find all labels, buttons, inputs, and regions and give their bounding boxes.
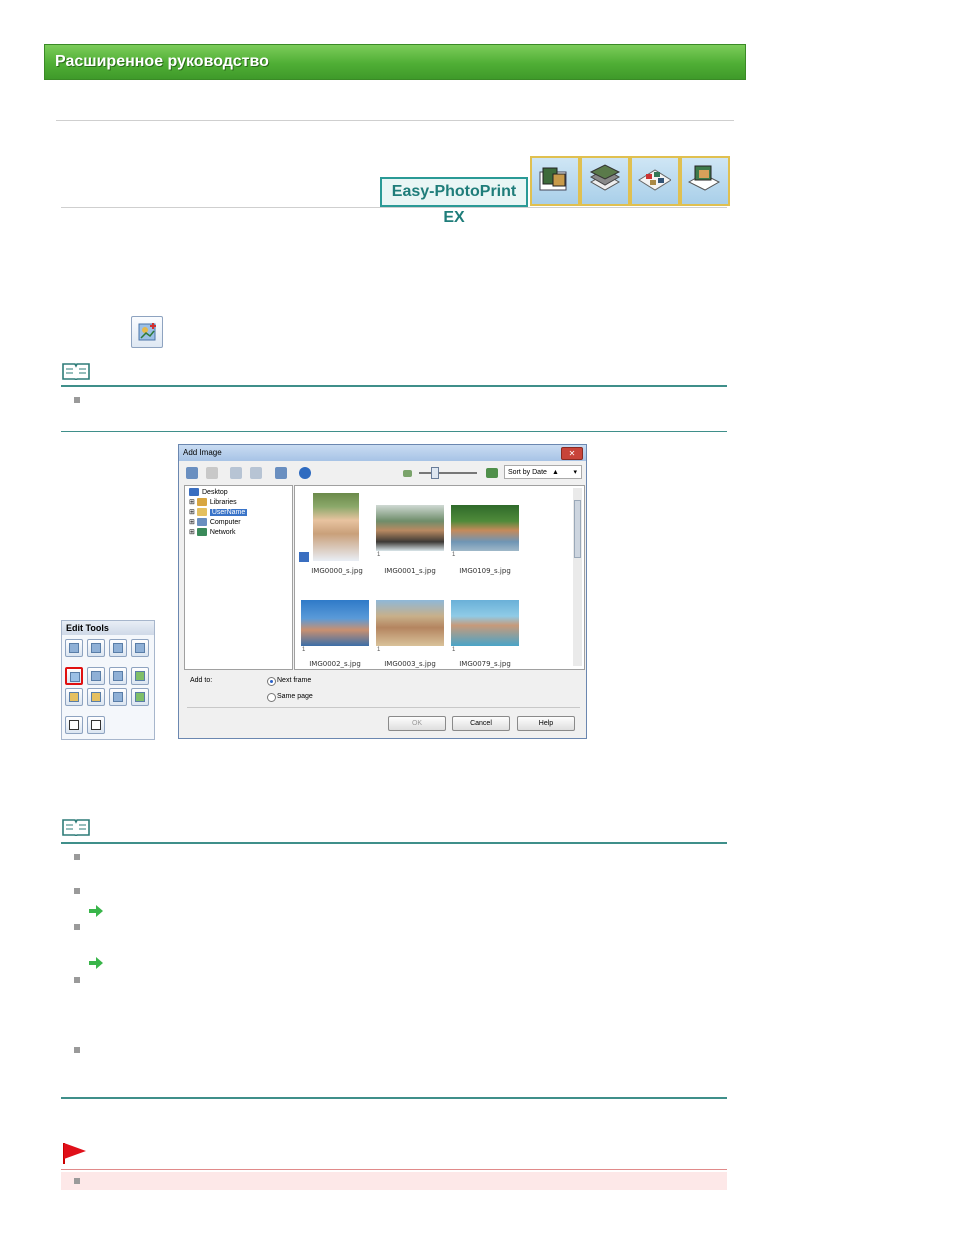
same-page-label: Same page bbox=[277, 693, 313, 700]
scan-icon[interactable] bbox=[275, 467, 287, 479]
bring-front-icon[interactable] bbox=[109, 639, 127, 657]
bullet bbox=[74, 888, 80, 894]
large-view-icon[interactable] bbox=[186, 467, 198, 479]
scrollbar-thumb[interactable] bbox=[574, 500, 581, 558]
album-icon[interactable] bbox=[530, 156, 580, 206]
bullet bbox=[74, 924, 80, 930]
image-grid: IMG0000_s.jpg 1 IMG0001_s.jpg 1 IMG0109_… bbox=[294, 485, 585, 670]
image-name: IMG0079_s.jpg bbox=[459, 660, 511, 668]
rotate-icon[interactable] bbox=[109, 688, 127, 706]
bullet bbox=[74, 1178, 80, 1184]
replace-icon[interactable] bbox=[109, 667, 127, 685]
link-arrow-icon[interactable] bbox=[89, 904, 103, 917]
add-image-tool-button[interactable] bbox=[131, 316, 163, 348]
image-name: IMG0003_s.jpg bbox=[384, 660, 436, 668]
image-name: IMG0002_s.jpg bbox=[309, 660, 361, 668]
divider bbox=[56, 120, 734, 121]
bullet bbox=[74, 1047, 80, 1053]
layout-print-icon[interactable] bbox=[630, 156, 680, 206]
zoom-slider-track[interactable] bbox=[419, 472, 477, 474]
folder-tree: Desktop ⊞ Libraries ⊞ UserName ⊞ Compute… bbox=[184, 485, 293, 670]
note-book-icon bbox=[62, 818, 90, 838]
layer-down-icon[interactable] bbox=[87, 639, 105, 657]
small-image-icon bbox=[403, 470, 412, 477]
image-name: IMG0000_s.jpg bbox=[311, 567, 363, 575]
small-view-icon[interactable] bbox=[206, 467, 218, 479]
next-frame-label: Next frame bbox=[277, 677, 312, 684]
image-count: 1 bbox=[452, 552, 456, 558]
large-image-icon bbox=[486, 468, 498, 478]
close-icon[interactable]: ✕ bbox=[561, 447, 583, 460]
sort-dropdown[interactable]: Sort by Date ▲ ▾ bbox=[504, 465, 582, 479]
add-to-label: Add to: bbox=[190, 677, 213, 684]
sort-ascending-icon: ▲ bbox=[552, 469, 559, 476]
stacked-photos-icon[interactable] bbox=[580, 156, 630, 206]
image-name: IMG0109_s.jpg bbox=[459, 567, 511, 575]
dialog-title: Add Image bbox=[179, 445, 586, 461]
add-image-icon[interactable] bbox=[65, 667, 83, 685]
bullet bbox=[74, 854, 80, 860]
vertical-scrollbar[interactable] bbox=[573, 488, 582, 666]
image-count: 1 bbox=[302, 647, 306, 653]
section-rule bbox=[61, 1097, 727, 1099]
note-book-icon bbox=[62, 362, 90, 382]
calendar-icon[interactable] bbox=[680, 156, 730, 206]
crop-icon[interactable] bbox=[65, 688, 83, 706]
zoom-slider-knob[interactable] bbox=[431, 467, 439, 479]
document-icon bbox=[299, 552, 309, 562]
bullet bbox=[74, 977, 80, 983]
section-rule bbox=[61, 431, 727, 432]
text-icon[interactable] bbox=[65, 716, 83, 734]
image-count: 1 bbox=[377, 552, 381, 558]
note-rule bbox=[61, 385, 727, 387]
dialog-divider bbox=[187, 707, 580, 708]
web-icon[interactable] bbox=[299, 467, 311, 479]
tree-item-username[interactable]: ⊞ UserName bbox=[189, 508, 248, 518]
manual-title: Расширенное руководство bbox=[55, 53, 269, 70]
image-name: IMG0001_s.jpg bbox=[384, 567, 436, 575]
edit-tools-title: Edit Tools bbox=[62, 621, 154, 635]
important-flag-icon bbox=[62, 1142, 88, 1164]
frame-icon[interactable] bbox=[87, 688, 105, 706]
ok-button[interactable]: OK bbox=[388, 716, 446, 731]
cancel-button[interactable]: Cancel bbox=[452, 716, 510, 731]
effect-icon[interactable] bbox=[131, 688, 149, 706]
correct-icon[interactable] bbox=[230, 467, 242, 479]
tree-item-desktop[interactable]: Desktop bbox=[189, 488, 228, 498]
important-rule bbox=[61, 1169, 727, 1170]
sort-label: Sort by Date bbox=[508, 469, 547, 476]
text-vertical-icon[interactable] bbox=[87, 716, 105, 734]
help-button[interactable]: Help bbox=[517, 716, 575, 731]
link-arrow-icon[interactable] bbox=[89, 956, 103, 969]
divider bbox=[61, 207, 727, 208]
next-frame-radio[interactable] bbox=[267, 677, 276, 686]
same-page-radio[interactable] bbox=[267, 693, 276, 702]
background-icon[interactable] bbox=[131, 667, 149, 685]
edit-icon[interactable] bbox=[250, 467, 262, 479]
tree-item-libraries[interactable]: ⊞ Libraries bbox=[189, 498, 237, 508]
edit-tools-palette: Edit Tools bbox=[61, 620, 155, 740]
bullet bbox=[74, 397, 80, 403]
swap-icon[interactable] bbox=[87, 667, 105, 685]
image-thumbnail[interactable] bbox=[313, 493, 359, 561]
image-thumbnail[interactable] bbox=[376, 600, 444, 646]
add-image-dialog: Add Image ✕ Sort by Date ▲ ▾ Desktop ⊞ L… bbox=[178, 444, 587, 739]
tree-item-computer[interactable]: ⊞ Computer bbox=[189, 518, 241, 528]
note-rule bbox=[61, 842, 727, 844]
send-back-icon[interactable] bbox=[131, 639, 149, 657]
manual-header-bar: Расширенное руководство bbox=[44, 44, 746, 80]
product-brand-label: Easy-PhotoPrint EX bbox=[380, 177, 528, 226]
layer-up-icon[interactable] bbox=[65, 639, 83, 657]
chevron-down-icon: ▾ bbox=[573, 469, 577, 476]
tree-item-network[interactable]: ⊞ Network bbox=[189, 528, 236, 538]
image-thumbnail[interactable] bbox=[451, 600, 519, 646]
image-count: 1 bbox=[377, 647, 381, 653]
important-band bbox=[61, 1172, 727, 1190]
image-thumbnail[interactable] bbox=[301, 600, 369, 646]
image-count: 1 bbox=[452, 647, 456, 653]
image-thumbnail[interactable] bbox=[451, 505, 519, 551]
image-thumbnail[interactable] bbox=[376, 505, 444, 551]
